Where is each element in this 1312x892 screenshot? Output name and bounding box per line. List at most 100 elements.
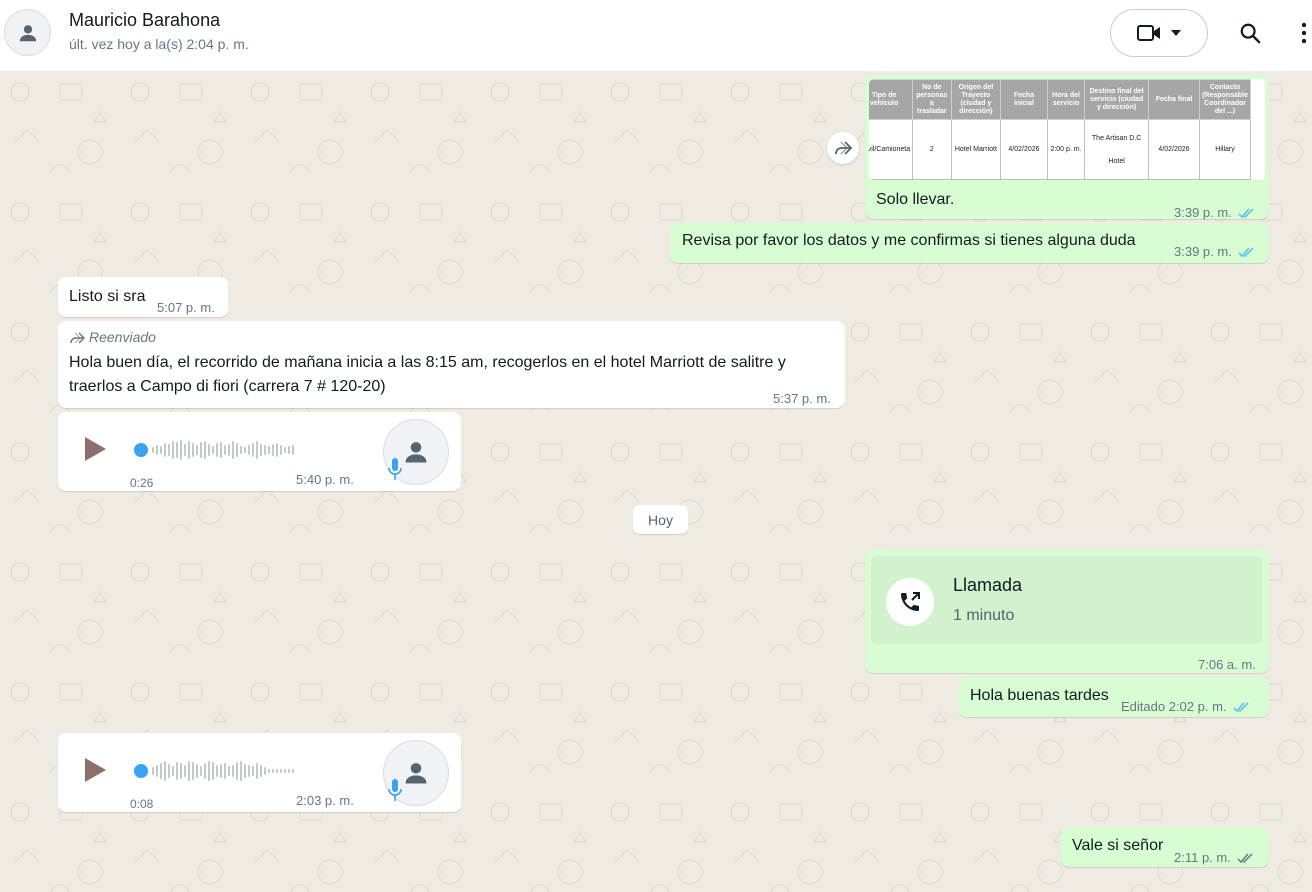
play-voice-button[interactable] xyxy=(80,755,110,785)
playback-position-dot[interactable] xyxy=(134,443,148,457)
outgoing-message[interactable]: Hola buenas tardes Editado 2:02 p. m. xyxy=(959,677,1269,717)
waveform-bar xyxy=(272,769,274,773)
table-cell: 4/02/2026 xyxy=(1147,119,1201,180)
waveform-bar xyxy=(240,761,242,781)
table-header: Fecha final xyxy=(1147,79,1201,120)
waveform-bar xyxy=(260,765,262,777)
outgoing-message-image[interactable]: Tipo de vehículo No de personas a trasla… xyxy=(865,75,1269,220)
waveform-bar xyxy=(152,767,154,775)
waveform-bar xyxy=(156,445,158,455)
waveform-bar xyxy=(168,764,170,778)
waveform-bar xyxy=(288,769,290,773)
waveform-bar xyxy=(248,445,250,455)
waveform-bar xyxy=(276,769,278,773)
waveform-bar xyxy=(272,444,274,456)
waveform-bar xyxy=(284,447,286,453)
chat-menu-button[interactable] xyxy=(1296,17,1312,49)
avatar-person-icon xyxy=(405,442,427,463)
voice-waveform[interactable] xyxy=(134,438,294,462)
play-icon xyxy=(85,437,106,461)
incoming-message[interactable]: Listo si sra 5:07 p. m. xyxy=(58,277,228,317)
waveform-bar xyxy=(288,446,290,454)
menu-dots-icon xyxy=(1301,22,1307,44)
message-text: Hola buenas tardes xyxy=(970,687,1109,704)
read-ticks-icon xyxy=(1238,247,1254,258)
waveform-bar xyxy=(172,766,174,776)
call-icon-circle xyxy=(886,578,934,626)
waveform-bar xyxy=(216,443,218,457)
message-meta: 3:39 p. m. xyxy=(1174,201,1256,224)
call-card[interactable]: Llamada 1 minuto xyxy=(871,556,1262,644)
waveform-bar xyxy=(204,763,206,779)
message-meta: 2:11 p. m. xyxy=(1174,846,1255,869)
delivered-ticks-icon xyxy=(1237,853,1253,864)
waveform-bar xyxy=(192,762,194,780)
date-separator: Hoy xyxy=(633,505,688,534)
playback-position-dot[interactable] xyxy=(134,764,148,778)
waveform-bar xyxy=(160,763,162,779)
contact-name[interactable]: Mauricio Barahona xyxy=(69,10,220,31)
video-call-button[interactable] xyxy=(1110,9,1208,57)
outgoing-message[interactable]: Vale si señor 2:11 p. m. xyxy=(1061,827,1269,867)
waveform-bar xyxy=(152,447,154,453)
incoming-voice-note[interactable]: 0:26 5:40 p. m. xyxy=(58,412,461,491)
waveform-bar xyxy=(276,443,278,457)
waveform-bar xyxy=(220,442,222,458)
chat-header: Mauricio Barahona últ. vez hoy a la(s) 2… xyxy=(0,0,1312,72)
microphone-icon xyxy=(388,458,402,480)
waveform-bar xyxy=(204,441,206,459)
incoming-forwarded-message[interactable]: Reenviado Hola buen día, el recorrido de… xyxy=(58,321,845,408)
microphone-icon xyxy=(388,779,402,801)
read-ticks-icon xyxy=(1238,208,1254,219)
shared-table-image[interactable]: Tipo de vehículo No de personas a trasla… xyxy=(869,79,1265,180)
table-header: Fecha inicial xyxy=(1000,79,1048,120)
table-header: Destino final del servicio (ciudad y dir… xyxy=(1084,79,1149,120)
waveform-bar xyxy=(164,443,166,457)
forward-message-button[interactable] xyxy=(827,132,859,164)
waveform-bar xyxy=(188,441,190,459)
chat-messages-area[interactable]: Tipo de vehículo No de personas a trasla… xyxy=(0,72,1312,892)
table-header: Origen del Trayecto (ciudad y dirección) xyxy=(950,79,1002,120)
read-ticks-icon xyxy=(1233,702,1249,713)
waveform-bar xyxy=(180,763,182,779)
waveform-bar xyxy=(176,762,178,780)
waveform-bar xyxy=(160,446,162,454)
waveform-bar xyxy=(228,444,230,456)
table-cell: Móvil/Camioneta xyxy=(869,119,914,180)
voice-waveform[interactable] xyxy=(134,759,294,783)
message-meta: Editado 2:02 p. m. xyxy=(1121,695,1251,718)
waveform-bar xyxy=(172,441,174,459)
waveform-bar xyxy=(260,444,262,456)
message-text-line: Hola buen día, el recorrido de mañana in… xyxy=(69,354,786,371)
waveform-bar xyxy=(256,441,258,459)
contact-avatar[interactable] xyxy=(4,9,51,56)
forwarded-icon xyxy=(70,332,85,343)
table-cell: Hotel Marriott xyxy=(950,119,1002,180)
play-icon xyxy=(85,758,106,782)
waveform-bar xyxy=(268,769,270,773)
forward-icon xyxy=(835,141,853,155)
message-time: 3:39 p. m. xyxy=(1174,205,1232,220)
waveform-bar xyxy=(188,761,190,781)
waveform-bar xyxy=(280,769,282,773)
search-button[interactable] xyxy=(1234,17,1266,49)
message-meta: 3:39 p. m. xyxy=(1174,240,1256,263)
waveform-bar xyxy=(212,762,214,780)
waveform-bar xyxy=(192,443,194,457)
message-text-line: traerlos a Campo di fiori (carrera 7 # 1… xyxy=(69,378,386,395)
outgoing-call-icon xyxy=(901,592,920,611)
message-time: 2:02 p. m. xyxy=(1168,699,1227,714)
call-title: Llamada xyxy=(953,575,1023,595)
message-time: 2:03 p. m. xyxy=(296,793,354,808)
forwarded-indicator: Reenviado xyxy=(69,326,156,349)
waveform-bar xyxy=(268,446,270,454)
waveform-bar xyxy=(252,443,254,457)
message-time: 7:06 a. m. xyxy=(1198,657,1256,672)
outgoing-call-message[interactable]: Llamada 1 minuto 7:06 a. m. xyxy=(865,549,1269,673)
waveform-bar xyxy=(280,445,282,455)
outgoing-message[interactable]: Revisa por favor los datos y me confirma… xyxy=(670,223,1269,263)
incoming-voice-note[interactable]: 0:08 2:03 p. m. xyxy=(58,733,461,812)
play-voice-button[interactable] xyxy=(80,434,110,464)
waveform-bar xyxy=(224,763,226,779)
forwarded-label: Reenviado xyxy=(89,329,156,345)
